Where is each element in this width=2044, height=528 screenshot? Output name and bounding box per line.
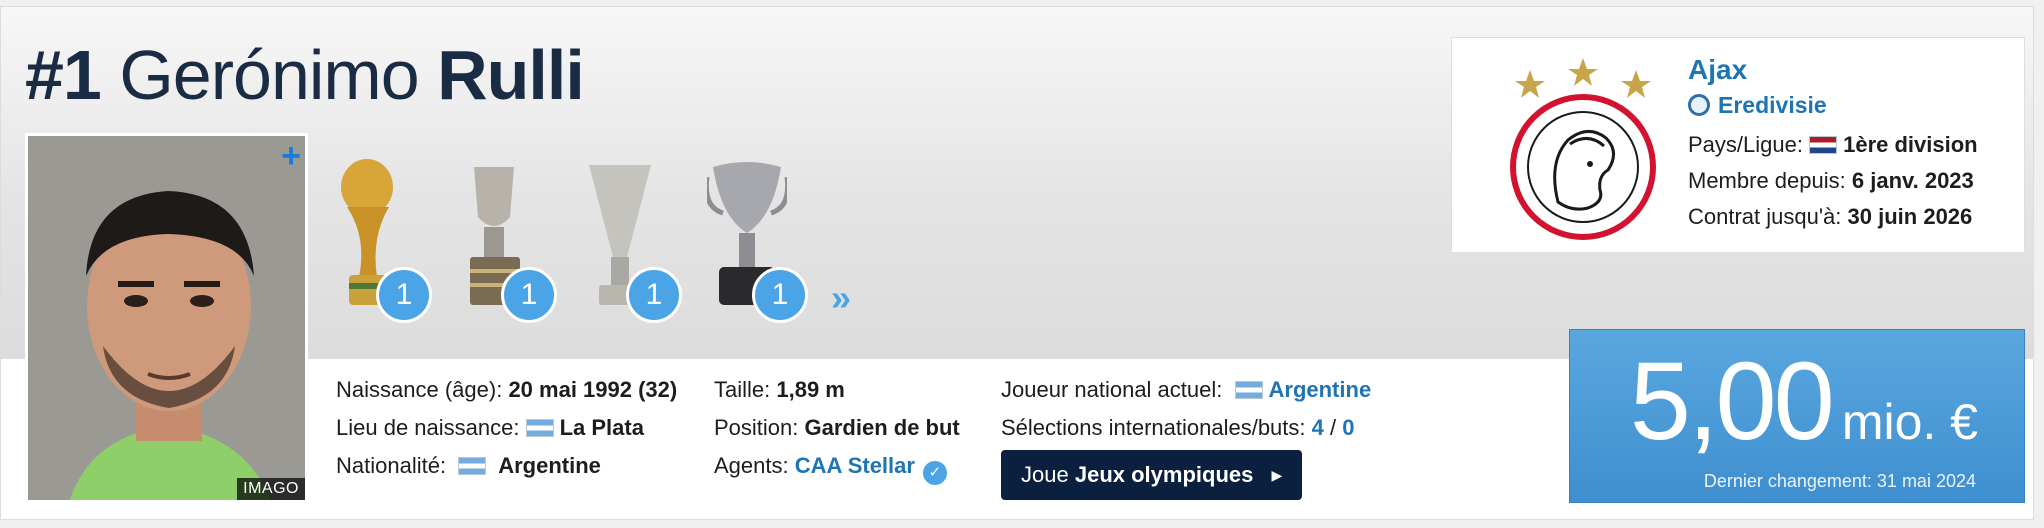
nationality-row: Nationalité: Argentine bbox=[336, 447, 677, 485]
olympics-button[interactable]: Joue Jeux olympiques ▶ bbox=[1001, 450, 1303, 500]
market-value-last-change: Dernier changement: 31 mai 2024 bbox=[1703, 471, 1976, 491]
caps-link[interactable]: 4 bbox=[1312, 415, 1324, 440]
position-value: Gardien de but bbox=[804, 415, 960, 440]
trophy-count-badge: 1 bbox=[752, 267, 808, 323]
market-value-unit: mio. € bbox=[1841, 394, 1978, 450]
country-league-label: Pays/Ligue: bbox=[1688, 132, 1803, 157]
info-column-personal: Naissance (âge): 20 mai 1992 (32) Lieu d… bbox=[336, 371, 677, 485]
contract-label: Contrat jusqu'à: bbox=[1688, 204, 1842, 229]
market-value-amount: 5,00 bbox=[1629, 340, 1835, 463]
add-photo-icon[interactable]: + bbox=[281, 136, 301, 176]
info-column-national: Joueur national actuel: Argentine Sélect… bbox=[1001, 371, 1371, 447]
trophy-europa-league[interactable]: 1 bbox=[581, 157, 682, 323]
goals-link[interactable]: 0 bbox=[1342, 415, 1354, 440]
country-league-row: Pays/Ligue: 1ère division bbox=[1688, 132, 1978, 158]
netherlands-flag-icon bbox=[1809, 136, 1838, 154]
birth-label: Naissance (âge): bbox=[336, 377, 503, 402]
argentina-flag-icon bbox=[458, 457, 487, 475]
league-name: Eredivisie bbox=[1718, 92, 1827, 118]
caps-row: Sélections internationales/buts: 4 / 0 bbox=[1001, 409, 1371, 447]
info-column-physical: Taille: 1,89 m Position: Gardien de but … bbox=[714, 371, 960, 485]
player-portrait-image bbox=[28, 136, 305, 500]
nationality-value: Argentine bbox=[498, 453, 601, 478]
contract-value: 30 juin 2026 bbox=[1847, 204, 1973, 229]
caps-separator: / bbox=[1330, 415, 1337, 440]
contract-row: Contrat jusqu'à: 30 juin 2026 bbox=[1688, 204, 1972, 230]
agents-link[interactable]: CAA Stellar bbox=[795, 453, 915, 478]
birth-value: 20 mai 1992 (32) bbox=[508, 377, 678, 402]
caret-right-icon: ▶ bbox=[1271, 467, 1283, 483]
olympics-prefix: Joue bbox=[1021, 462, 1069, 487]
page-title: #1 Gerónimo Rulli bbox=[25, 35, 585, 115]
trophy-copa-america[interactable]: 1 bbox=[456, 157, 557, 323]
national-team-row: Joueur national actuel: Argentine bbox=[1001, 371, 1371, 409]
market-value-box[interactable]: 5,00 mio. € Dernier changement: 31 mai 20… bbox=[1569, 329, 2025, 503]
agents-row: Agents: CAA Stellar ✓ bbox=[714, 447, 960, 485]
verified-check-icon: ✓ bbox=[922, 461, 947, 485]
member-since-label: Membre depuis: bbox=[1688, 168, 1846, 193]
country-league-value[interactable]: 1ère division bbox=[1843, 132, 1978, 157]
trophy-count-badge: 1 bbox=[376, 267, 432, 323]
last-name: Rulli bbox=[437, 36, 585, 114]
player-photo[interactable]: + IMAGO bbox=[25, 133, 308, 503]
nationality-label: Nationalité: bbox=[336, 453, 447, 478]
shirt-number: #1 bbox=[25, 36, 102, 114]
trophy-super-cup[interactable]: 1 bbox=[703, 157, 808, 323]
argentina-flag-icon bbox=[525, 419, 554, 437]
national-team-link[interactable]: Argentine bbox=[1269, 377, 1372, 402]
market-value: 5,00 mio. € bbox=[1630, 338, 1978, 465]
club-box: Ajax Eredivisie Pays/Ligue: 1ère divisio… bbox=[1451, 37, 2025, 253]
member-since-value: 6 janv. 2023 bbox=[1851, 168, 1974, 193]
first-name: Gerónimo bbox=[119, 36, 419, 114]
club-name-link[interactable]: Ajax bbox=[1688, 54, 1747, 86]
member-since-row: Membre depuis: 6 janv. 2023 bbox=[1688, 168, 1974, 194]
agents-label: Agents: bbox=[714, 453, 789, 478]
height-label: Taille: bbox=[714, 377, 771, 402]
caps-label: Sélections internationales/buts: bbox=[1001, 415, 1306, 440]
league-link[interactable]: Eredivisie bbox=[1688, 92, 1827, 119]
birthplace-value: La Plata bbox=[559, 415, 644, 440]
birthplace-row: Lieu de naissance: La Plata bbox=[336, 409, 677, 447]
trophy-world-cup[interactable]: 1 bbox=[331, 157, 432, 323]
height-row: Taille: 1,89 m bbox=[714, 371, 960, 409]
ajax-club-logo[interactable] bbox=[1488, 52, 1678, 242]
photo-credit: IMAGO bbox=[237, 478, 305, 500]
birth-row: Naissance (âge): 20 mai 1992 (32) bbox=[336, 371, 677, 409]
eredivisie-icon bbox=[1688, 94, 1710, 116]
more-trophies-icon[interactable]: » bbox=[831, 277, 851, 319]
birthplace-label: Lieu de naissance: bbox=[336, 415, 520, 440]
argentina-flag-icon bbox=[1234, 381, 1263, 399]
national-team-label: Joueur national actuel: bbox=[1001, 377, 1223, 402]
olympics-label: Jeux olympiques bbox=[1074, 462, 1254, 487]
position-label: Position: bbox=[714, 415, 799, 440]
trophy-count-badge: 1 bbox=[626, 267, 682, 323]
position-row: Position: Gardien de but bbox=[714, 409, 960, 447]
trophy-count-badge: 1 bbox=[501, 267, 557, 323]
height-value: 1,89 m bbox=[776, 377, 845, 402]
player-header-card: #1 Gerónimo Rulli + IMAGO 1 1 1 1 » Ajax… bbox=[0, 6, 2034, 520]
